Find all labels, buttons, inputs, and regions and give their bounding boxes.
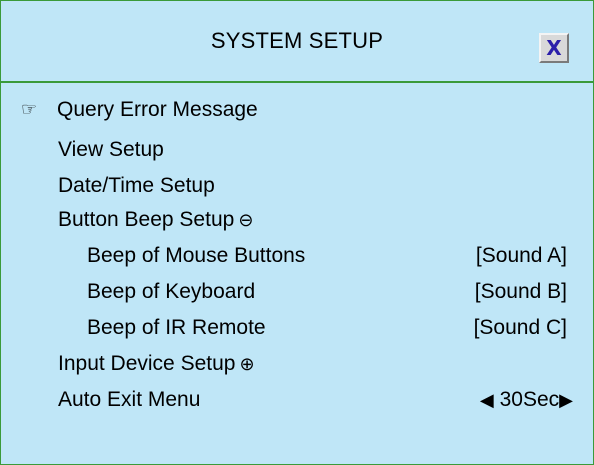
menu-item-input-device-setup[interactable]: Input Device Setup ⊕: [1, 347, 593, 381]
pointing-hand-icon: ☞: [21, 99, 38, 120]
menu-item-label: View Setup: [58, 138, 164, 161]
menu-item-label: Button Beep Setup: [58, 208, 235, 231]
plus-circle-icon[interactable]: ⊕: [239, 354, 254, 375]
menu-item-query-error-message[interactable]: ☞ Query Error Message: [1, 93, 593, 127]
menu-item-view-setup[interactable]: View Setup: [1, 133, 593, 167]
menu-item-label-group: Button Beep Setup ⊖: [58, 203, 253, 238]
auto-exit-value: 30Sec: [499, 388, 560, 411]
menu-item-button-beep-setup[interactable]: Button Beep Setup ⊖: [1, 203, 593, 237]
beep-keyboard-value[interactable]: [Sound B]: [475, 275, 567, 309]
close-icon: X: [546, 36, 562, 60]
beep-ir-remote-value[interactable]: [Sound C]: [474, 311, 567, 345]
left-arrow-icon[interactable]: ◀: [480, 390, 494, 411]
menu-item-beep-mouse-buttons[interactable]: Beep of Mouse Buttons [Sound A]: [1, 239, 593, 273]
menu-item-label: Input Device Setup: [58, 352, 236, 375]
menu-item-auto-exit-menu[interactable]: Auto Exit Menu ◀ 30Sec▶: [1, 383, 593, 417]
menu-item-label: Date/Time Setup: [58, 174, 215, 197]
menu-item-beep-keyboard[interactable]: Beep of Keyboard [Sound B]: [1, 275, 593, 309]
right-arrow-icon[interactable]: ▶: [559, 390, 573, 411]
window-title: SYSTEM SETUP: [210, 28, 384, 53]
menu-item-label: Auto Exit Menu: [58, 388, 201, 411]
minus-circle-icon[interactable]: ⊖: [238, 210, 253, 231]
menu-item-label: Query Error Message: [57, 98, 258, 121]
menu-item-beep-ir-remote[interactable]: Beep of IR Remote [Sound C]: [1, 311, 593, 345]
close-button[interactable]: X: [539, 33, 569, 63]
menu-item-date-time-setup[interactable]: Date/Time Setup: [1, 169, 593, 203]
title-bar: SYSTEM SETUP X: [1, 1, 593, 83]
menu-item-label-group: Input Device Setup ⊕: [58, 347, 255, 382]
menu-item-label: Beep of Keyboard: [87, 280, 256, 303]
auto-exit-value-group: ◀ 30Sec▶: [480, 383, 573, 418]
menu-item-label: Beep of Mouse Buttons: [87, 244, 306, 267]
beep-mouse-value[interactable]: [Sound A]: [476, 239, 567, 273]
system-setup-window: SYSTEM SETUP X ☞ Query Error Message Vie…: [0, 0, 594, 465]
menu-item-label: Beep of IR Remote: [87, 316, 266, 339]
